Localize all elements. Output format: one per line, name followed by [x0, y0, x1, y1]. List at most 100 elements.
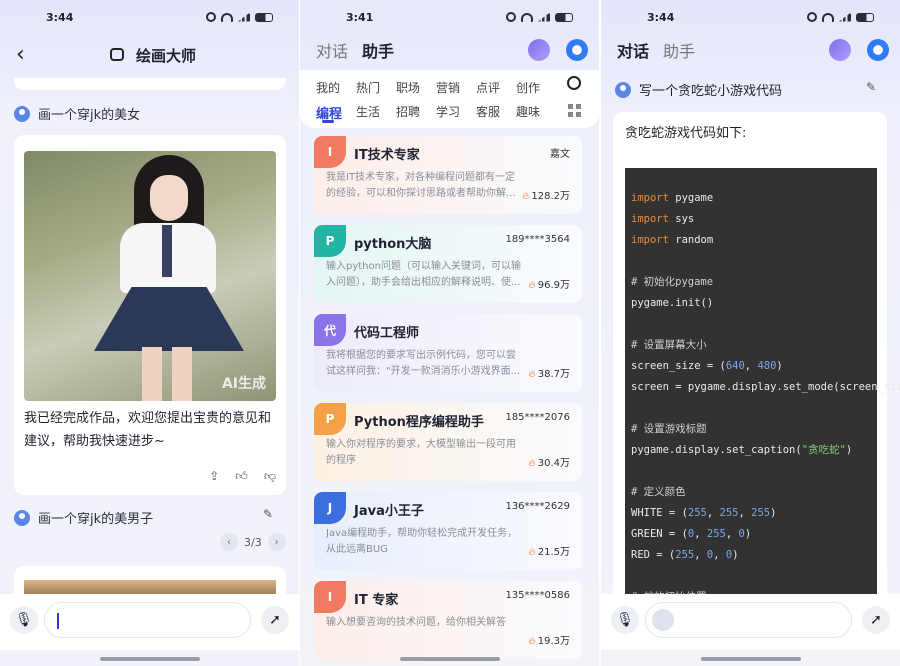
- code-comment: # 设置游戏标题: [631, 423, 707, 435]
- category-item[interactable]: 趣味: [516, 103, 540, 122]
- category-item[interactable]: 营销: [436, 79, 460, 96]
- assistant-name: Python程序编程助手: [354, 415, 484, 430]
- robot-logo-icon[interactable]: [566, 39, 588, 61]
- assistant-description: 输入python问题（可以输入关键词，可以输入问题），助手会给出相应的解释说明、…: [326, 261, 521, 288]
- assistant-name: Java小王子: [354, 504, 424, 519]
- signal-icon: [538, 12, 550, 22]
- assistant-description: 我是IT技术专家，对各种编程问题都有一定的经验，可以和你探讨思路或者帮助你解..…: [326, 172, 516, 199]
- battery-icon: [555, 12, 573, 22]
- status-time: 3:41: [346, 11, 374, 24]
- user-avatar: [615, 81, 631, 98]
- assistant-author: 135****0586: [505, 590, 570, 601]
- selected-category-indicator: [322, 120, 334, 123]
- status-bar: 3:44: [601, 11, 900, 27]
- top-tabs: 对话 助手: [617, 38, 695, 62]
- category-row-1: 我的 热门 职场 营销 点评 创作: [316, 79, 540, 96]
- message-input[interactable]: [44, 602, 251, 638]
- code-line: import sys: [631, 213, 695, 225]
- assistant-description: 我将根据您的要求写出示例代码，您可以尝试这样问我："开发一款消消乐小游戏界面..…: [326, 350, 521, 377]
- user-prompt-2: 画一个穿jk的美男子: [14, 508, 153, 527]
- code-block[interactable]: import pygame import sys import random #…: [625, 168, 900, 608]
- popularity-value: 19.3万: [537, 636, 570, 647]
- answer-heading: 贪吃蛇游戏代码如下:: [625, 126, 747, 141]
- popularity-count: 🔥︎ 128.2万: [522, 187, 570, 202]
- assistant-card[interactable]: P Python程序编程助手 185****2076 输入你对程序的要求，大模型输出一…: [314, 403, 582, 481]
- mute-icon: [807, 12, 817, 22]
- home-indicator[interactable]: [700, 657, 801, 661]
- popularity-count: 🔥︎ 30.4万: [528, 454, 570, 469]
- assistant-card[interactable]: J Java小王子 136****2629 Java编程助手，帮助你轻松完成开发任务，…: [314, 492, 582, 570]
- category-item[interactable]: 点评: [476, 79, 500, 96]
- tab-chat[interactable]: 对话: [316, 38, 348, 62]
- fire-icon: 🔥︎: [528, 547, 536, 558]
- page-title: 绘画大师: [136, 47, 197, 65]
- assistant-name: IT 专家: [354, 593, 399, 608]
- microphone-icon[interactable]: 🎙︎: [611, 606, 639, 634]
- category-item[interactable]: 客服: [476, 103, 500, 122]
- edit-icon[interactable]: ✎: [866, 80, 876, 94]
- code-comment: # 设置屏幕大小: [631, 339, 707, 351]
- category-item[interactable]: 热门: [356, 79, 380, 96]
- home-indicator[interactable]: [99, 657, 200, 661]
- code-line: screen_size = (640, 480): [631, 360, 783, 372]
- category-item[interactable]: 我的: [316, 79, 340, 96]
- category-item[interactable]: 职场: [396, 79, 420, 96]
- microphone-icon[interactable]: 🎙︎: [10, 606, 38, 634]
- home-indicator[interactable]: [399, 657, 500, 661]
- code-line: screen = pygame.display.set_mode(screen_…: [631, 381, 900, 393]
- message-input[interactable]: [645, 602, 852, 638]
- assistant-card[interactable]: Ppython大脑 189****3564 输入python问题（可以输入关键词，可…: [314, 225, 582, 303]
- mute-icon: [506, 12, 516, 22]
- tab-assistant[interactable]: 助手: [663, 38, 695, 62]
- response-text: 我已经完成作品，欢迎您提出宝贵的意见和建议，帮助我快速进步~: [24, 411, 272, 449]
- assistant-badge: 代: [314, 314, 346, 346]
- next-page-button[interactable]: ›: [267, 533, 286, 551]
- battery-icon: [856, 12, 874, 22]
- tab-chat[interactable]: 对话: [617, 38, 649, 62]
- response-actions: ⇪ 👍︎ 👎︎: [209, 469, 276, 484]
- assistant-card[interactable]: I IT 专家 135****0586 输入想要咨询的技术问题，给你相关解答 🔥︎ 19.…: [314, 581, 582, 659]
- prompt-text: 画一个穿jk的美女: [38, 108, 141, 123]
- category-item[interactable]: 创作: [516, 79, 540, 96]
- generated-image[interactable]: AI生成: [24, 151, 276, 401]
- edit-icon[interactable]: ✎: [263, 507, 273, 521]
- robot-logo-icon[interactable]: [867, 39, 889, 61]
- category-item[interactable]: 招聘: [396, 103, 420, 122]
- tab-assistant[interactable]: 助手: [362, 38, 394, 62]
- fire-icon: 🔥︎: [528, 369, 536, 380]
- user-prompt: 画一个穿jk的美女: [14, 104, 140, 123]
- code-comment: # 定义颜色: [631, 486, 686, 498]
- category-item[interactable]: 生活: [356, 103, 380, 122]
- answer-card: 贪吃蛇游戏代码如下: import pygame import sys impo…: [613, 112, 900, 612]
- assistant-badge: J: [314, 492, 346, 524]
- assistant-card[interactable]: 代代码工程师 我将根据您的要求写出示例代码，您可以尝试这样问我："开发一款消消乐小…: [314, 314, 582, 392]
- popularity-count: 🔥︎ 21.5万: [528, 543, 570, 558]
- popularity-count: 🔥︎ 19.3万: [528, 632, 570, 647]
- prev-page-button[interactable]: ‹: [220, 533, 238, 551]
- assistant-name: python大脑: [354, 237, 432, 252]
- send-button[interactable]: ➚: [862, 606, 890, 634]
- search-icon[interactable]: [567, 76, 581, 90]
- share-icon[interactable]: ⇪: [209, 469, 219, 484]
- prompt-text: 画一个穿jk的美男子: [38, 512, 154, 527]
- code-line: pygame.init(): [631, 297, 714, 309]
- previous-message-card: [14, 78, 286, 90]
- input-bar: 🎙︎ ➚: [0, 594, 299, 650]
- code-chat-panel: 3:44 对话 助手 写一个贪吃蛇小游戏代码 ✎ 贪吃蛇游戏代码如下: impo…: [601, 0, 900, 666]
- signal-icon: [839, 12, 851, 22]
- back-arrow-icon[interactable]: ‹: [16, 42, 25, 67]
- send-button[interactable]: ➚: [261, 606, 289, 634]
- thumbs-down-icon[interactable]: 👎︎: [264, 469, 276, 484]
- image-create-icon[interactable]: [829, 39, 851, 61]
- category-item[interactable]: 学习: [436, 103, 460, 122]
- image-upload-icon[interactable]: [652, 609, 674, 631]
- grid-menu-icon[interactable]: [568, 104, 581, 117]
- thumbs-up-icon[interactable]: 👍︎: [235, 469, 248, 484]
- code-line: pygame.display.set_caption("贪吃蛇"): [631, 444, 853, 456]
- battery-icon: [255, 12, 273, 22]
- assistant-description: 输入你对程序的要求，大模型输出一段可用的程序: [326, 439, 516, 466]
- user-prompt: 写一个贪吃蛇小游戏代码: [615, 80, 782, 99]
- assistant-card[interactable]: I IT技术专家 嘉文 我是IT技术专家，对各种编程问题都有一定的经验，可以和你探讨思…: [314, 136, 582, 214]
- image-create-icon[interactable]: [528, 39, 550, 61]
- fire-icon: 🔥︎: [522, 191, 530, 202]
